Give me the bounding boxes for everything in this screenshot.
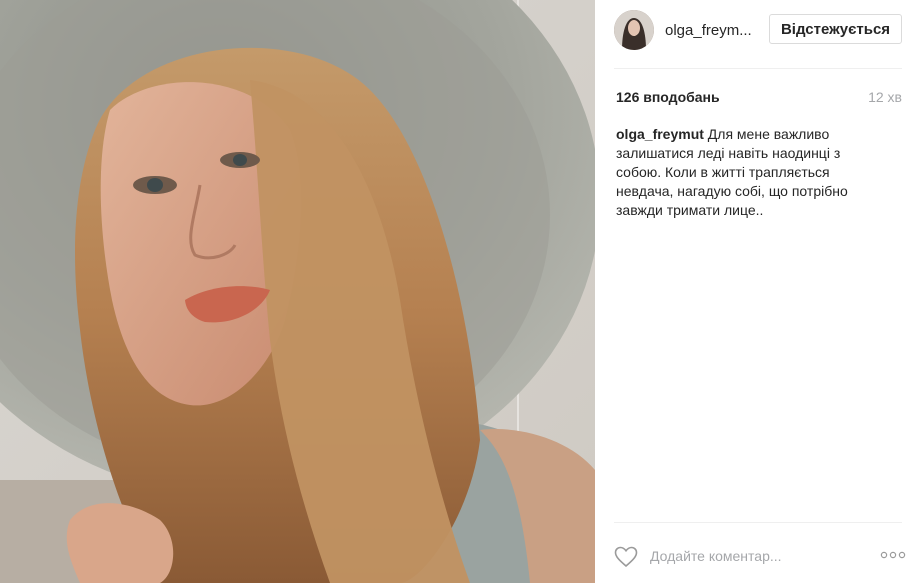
- portrait-image: [0, 0, 595, 583]
- likes-count[interactable]: 126 вподобань: [616, 89, 720, 105]
- more-options-icon[interactable]: [880, 548, 906, 562]
- caption-username[interactable]: olga_freymut: [616, 126, 704, 142]
- comment-row: [614, 540, 906, 570]
- post-details-panel: olga_freym... Відстежується 126 вподобан…: [595, 0, 915, 583]
- username-link[interactable]: olga_freym...: [665, 22, 761, 39]
- post-caption: olga_freymut Для мене важливо залишатися…: [616, 125, 881, 220]
- heart-icon[interactable]: [614, 546, 638, 568]
- comment-input[interactable]: [650, 546, 860, 566]
- following-button[interactable]: Відстежується: [769, 14, 902, 44]
- header-divider: [614, 68, 902, 69]
- comment-divider: [614, 522, 902, 523]
- post-photo: [0, 0, 595, 583]
- post-time[interactable]: 12 хв: [868, 89, 902, 105]
- avatar[interactable]: [614, 10, 654, 50]
- post-header: olga_freym... Відстежується: [595, 0, 915, 68]
- avatar-image: [614, 10, 654, 50]
